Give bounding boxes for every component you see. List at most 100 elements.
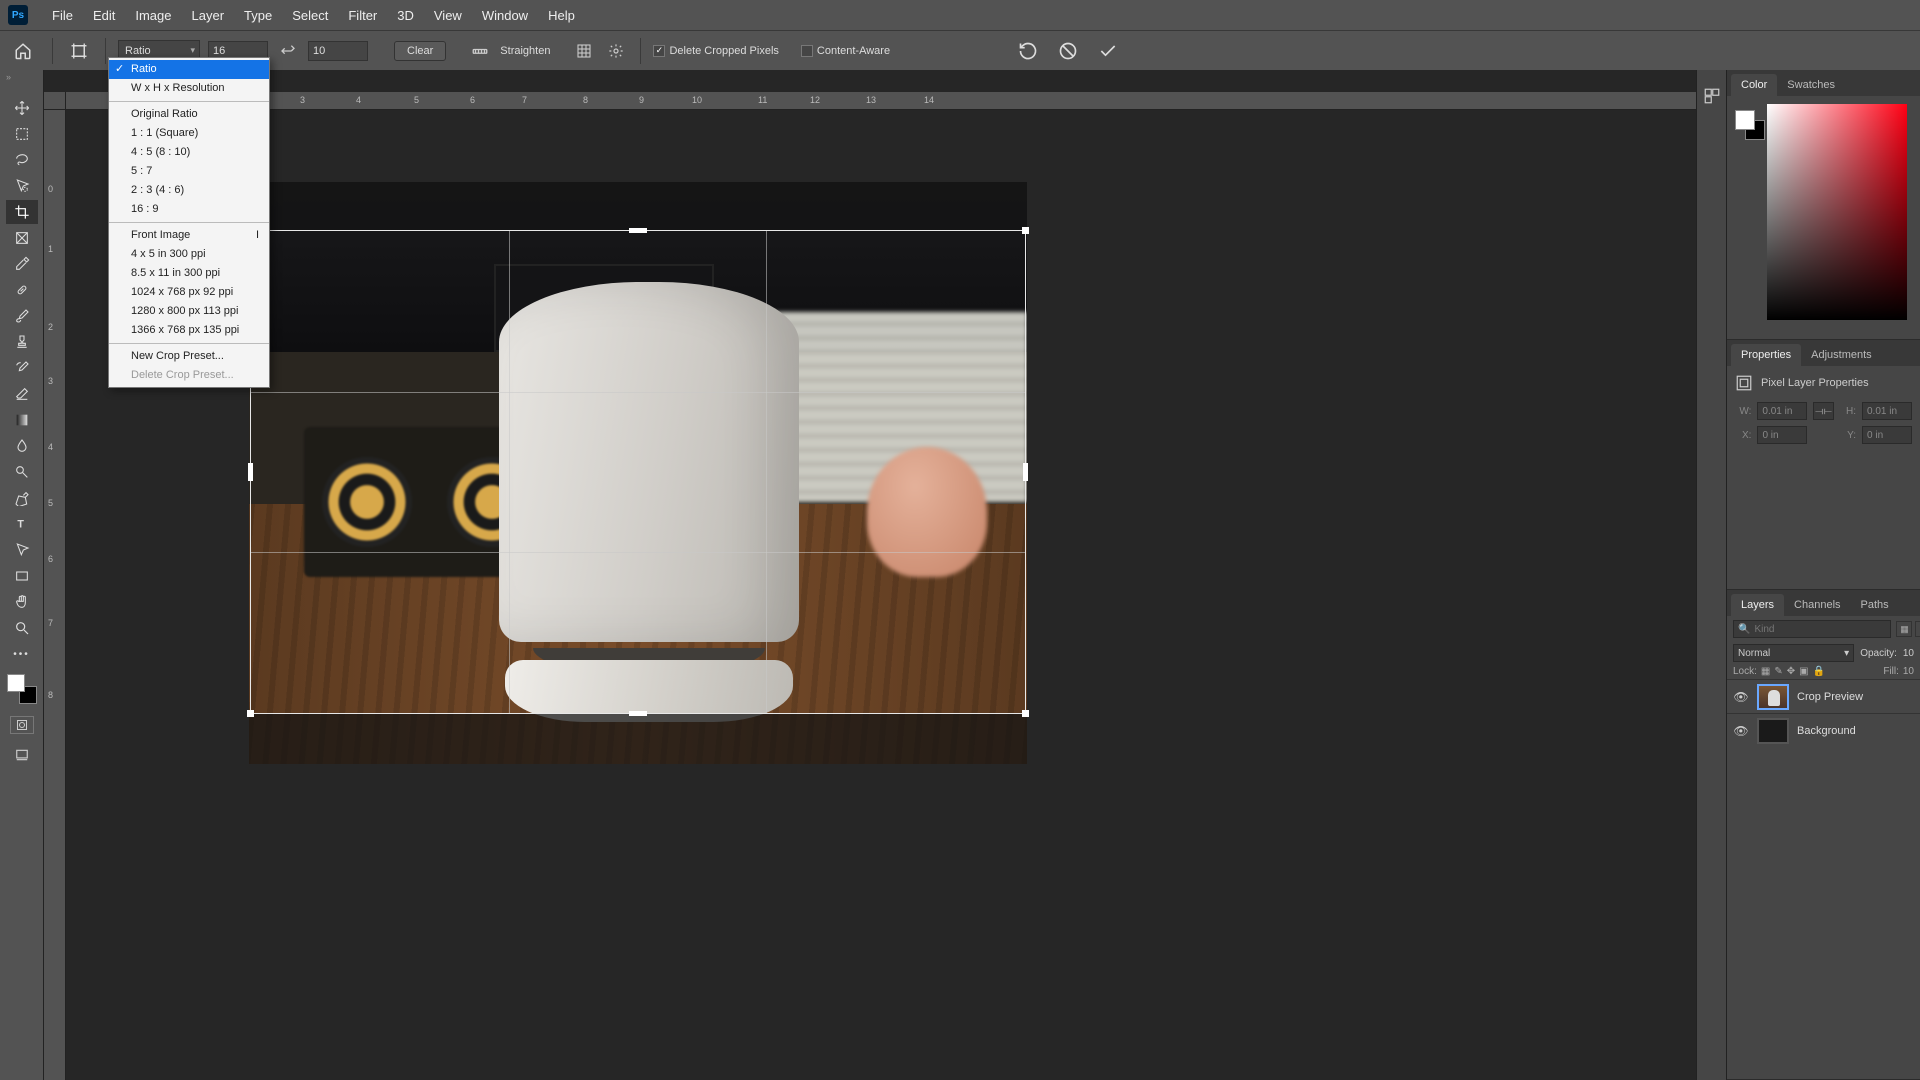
hand-tool[interactable] <box>6 590 38 614</box>
pen-tool[interactable] <box>6 486 38 510</box>
ratio-menu-item[interactable]: 8.5 x 11 in 300 ppi <box>109 264 269 283</box>
filter-adjust-icon[interactable]: ◐ <box>1915 621 1920 637</box>
ratio-menu-item[interactable]: Ratio <box>109 60 269 79</box>
prop-w-input[interactable] <box>1757 402 1807 420</box>
tab-color[interactable]: Color <box>1731 74 1777 96</box>
crop-settings-button[interactable] <box>604 39 628 63</box>
reset-crop-button[interactable] <box>1016 39 1040 63</box>
fg-bg-color[interactable] <box>7 674 37 704</box>
ratio-menu-item[interactable]: 1366 x 768 px 135 ppi <box>109 321 269 340</box>
tab-paths[interactable]: Paths <box>1851 594 1899 616</box>
tab-swatches[interactable]: Swatches <box>1777 74 1845 96</box>
visibility-icon[interactable]: 👁 <box>1733 724 1749 738</box>
crop-handle-b[interactable] <box>629 711 647 716</box>
screenmode-button[interactable] <box>10 746 34 764</box>
menu-image[interactable]: Image <box>125 8 181 23</box>
move-tool[interactable] <box>6 96 38 120</box>
prop-h-input[interactable] <box>1862 402 1912 420</box>
overlay-grid-button[interactable] <box>572 39 596 63</box>
ratio-menu-item[interactable]: Front ImageI <box>109 226 269 245</box>
ratio-menu-item[interactable]: W x H x Resolution <box>109 79 269 98</box>
swap-dimensions-button[interactable] <box>276 39 300 63</box>
lasso-tool[interactable] <box>6 148 38 172</box>
visibility-icon[interactable]: 👁 <box>1733 690 1749 704</box>
layer-item[interactable]: 👁 Crop Preview <box>1727 679 1920 713</box>
blend-mode-select[interactable]: Normal▾ <box>1733 644 1854 662</box>
color-picker-field[interactable] <box>1767 104 1907 320</box>
clear-button[interactable]: Clear <box>394 41 446 61</box>
menu-edit[interactable]: Edit <box>83 8 125 23</box>
lock-all-icon[interactable]: 🔒 <box>1813 666 1825 677</box>
lock-nest-icon[interactable]: ▣ <box>1799 666 1808 677</box>
filter-pixel-icon[interactable]: ▦ <box>1896 621 1912 637</box>
link-wh-button[interactable]: ⟞⟝ <box>1813 402 1833 420</box>
opacity-value[interactable]: 10 <box>1903 648 1914 659</box>
ratio-menu-item[interactable]: 1024 x 768 px 92 ppi <box>109 283 269 302</box>
color-fgbg[interactable] <box>1735 110 1765 140</box>
ratio-menu-item[interactable]: 16 : 9 <box>109 200 269 219</box>
crop-rectangle[interactable] <box>250 230 1026 714</box>
quickmask-button[interactable] <box>10 716 34 734</box>
lock-paint-icon[interactable]: ✎ <box>1774 666 1782 677</box>
layer-filter-search[interactable]: 🔍 <box>1733 620 1891 638</box>
healing-tool[interactable] <box>6 278 38 302</box>
menu-file[interactable]: File <box>42 8 83 23</box>
crop-handle-l[interactable] <box>248 463 253 481</box>
tab-properties[interactable]: Properties <box>1731 344 1801 366</box>
crop-handle-tr[interactable] <box>1022 227 1029 234</box>
menu-view[interactable]: View <box>424 8 472 23</box>
gradient-tool[interactable] <box>6 408 38 432</box>
prop-x-input[interactable] <box>1757 426 1807 444</box>
ratio-menu-item[interactable]: 4 : 5 (8 : 10) <box>109 143 269 162</box>
commit-crop-button[interactable] <box>1096 39 1120 63</box>
frame-tool[interactable] <box>6 226 38 250</box>
canvas-area[interactable]: 01234567891011121314 012345678 <box>44 70 1696 1080</box>
content-aware-checkbox[interactable]: Content-Aware <box>801 45 890 57</box>
ratio-menu-item[interactable]: 1 : 1 (Square) <box>109 124 269 143</box>
cancel-crop-button[interactable] <box>1056 39 1080 63</box>
home-button[interactable] <box>6 37 40 65</box>
delete-cropped-checkbox[interactable]: ✓ Delete Cropped Pixels <box>653 45 778 57</box>
fill-value[interactable]: 10 <box>1903 666 1914 677</box>
type-tool[interactable]: T <box>6 512 38 536</box>
tab-adjustments[interactable]: Adjustments <box>1801 344 1882 366</box>
crop-handle-bl[interactable] <box>247 710 254 717</box>
crop-handle-r[interactable] <box>1023 463 1028 481</box>
menu-layer[interactable]: Layer <box>182 8 235 23</box>
zoom-tool[interactable] <box>6 616 38 640</box>
ratio-menu-item[interactable]: New Crop Preset... <box>109 347 269 366</box>
menu-type[interactable]: Type <box>234 8 282 23</box>
crop-handle-br[interactable] <box>1022 710 1029 717</box>
brush-tool[interactable] <box>6 304 38 328</box>
menu-help[interactable]: Help <box>538 8 585 23</box>
path-select-tool[interactable] <box>6 538 38 562</box>
marquee-tool[interactable] <box>6 122 38 146</box>
collapsed-panel-icon[interactable] <box>1700 84 1724 108</box>
eraser-tool[interactable] <box>6 382 38 406</box>
crop-height-input[interactable] <box>308 41 368 61</box>
prop-y-input[interactable] <box>1862 426 1912 444</box>
crop-handle-t[interactable] <box>629 228 647 233</box>
ratio-menu-item[interactable]: 4 x 5 in 300 ppi <box>109 245 269 264</box>
crop-tool[interactable] <box>6 200 38 224</box>
quick-select-tool[interactable] <box>6 174 38 198</box>
menu-filter[interactable]: Filter <box>338 8 387 23</box>
dodge-tool[interactable] <box>6 460 38 484</box>
layer-filter-input[interactable] <box>1754 624 1886 635</box>
stamp-tool[interactable] <box>6 330 38 354</box>
lock-trans-icon[interactable]: ▦ <box>1761 666 1770 677</box>
tab-layers[interactable]: Layers <box>1731 594 1784 616</box>
tab-channels[interactable]: Channels <box>1784 594 1850 616</box>
straighten-icon[interactable] <box>468 39 492 63</box>
history-brush-tool[interactable] <box>6 356 38 380</box>
layer-item[interactable]: 👁 Background <box>1727 713 1920 747</box>
edit-toolbar-button[interactable]: ••• <box>6 642 38 666</box>
ratio-menu-item[interactable]: 5 : 7 <box>109 162 269 181</box>
lock-pos-icon[interactable]: ✥ <box>1787 666 1795 677</box>
ratio-menu-item[interactable]: Original Ratio <box>109 105 269 124</box>
menu-3d[interactable]: 3D <box>387 8 424 23</box>
eyedropper-tool[interactable] <box>6 252 38 276</box>
menu-window[interactable]: Window <box>472 8 538 23</box>
shape-tool[interactable] <box>6 564 38 588</box>
menu-select[interactable]: Select <box>282 8 338 23</box>
